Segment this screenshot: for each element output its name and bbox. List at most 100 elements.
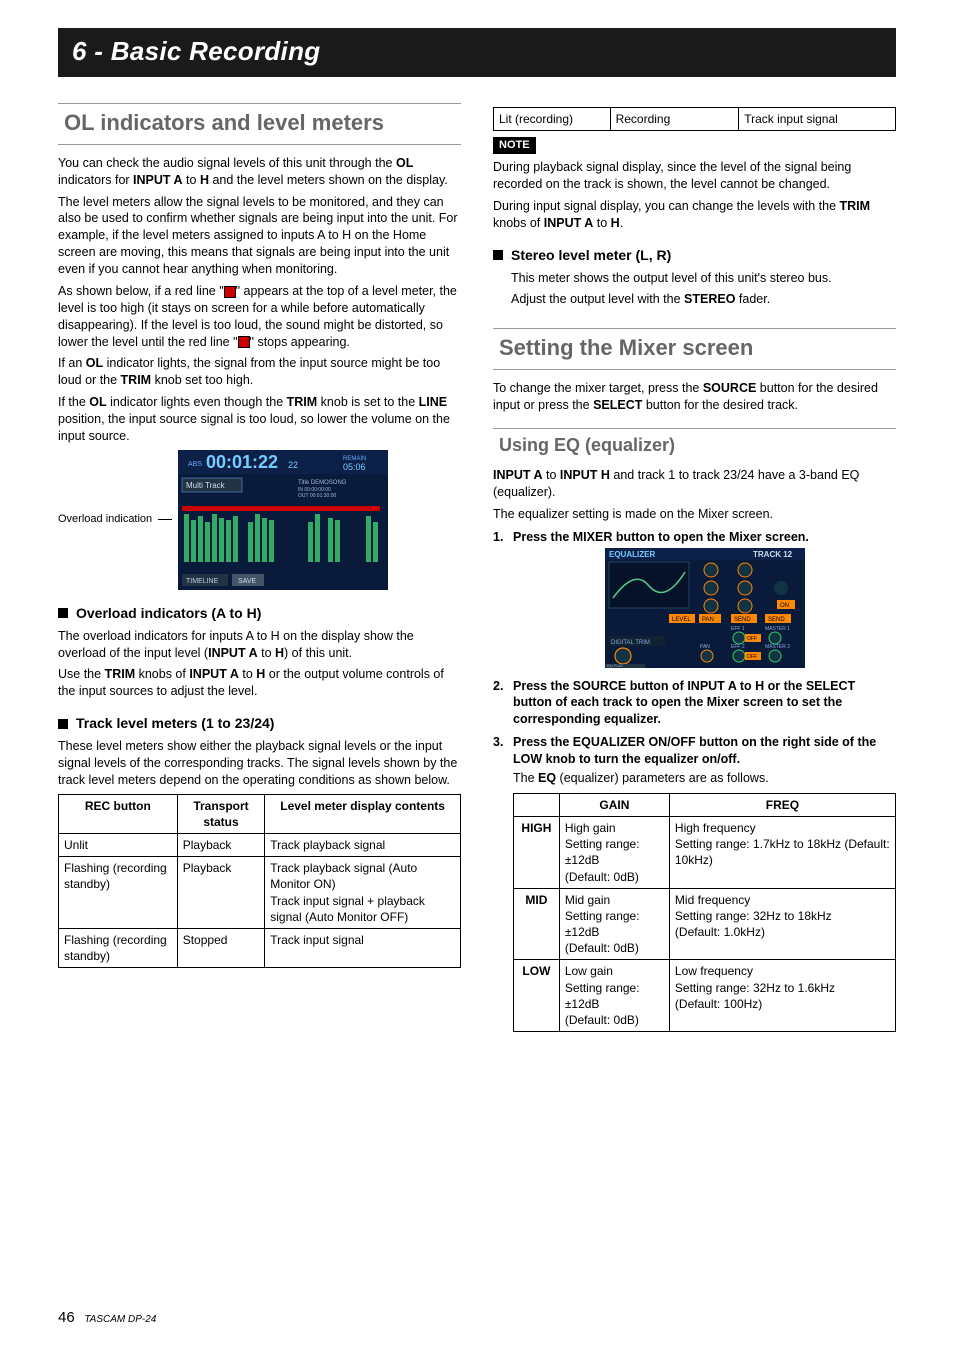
svg-text:Multi Track: Multi Track [186, 481, 226, 490]
step-text: Press the MIXER button to open the Mixer… [513, 530, 809, 544]
body-text: You can check the audio signal levels of… [58, 155, 461, 189]
td: Flashing (recording standby) [59, 857, 178, 929]
t: TRIM [840, 199, 871, 213]
td: HIGH [514, 816, 560, 888]
svg-text:PAN: PAN [700, 644, 710, 650]
t: SELECT [593, 398, 642, 412]
bullet-square-icon [58, 608, 68, 618]
chapter-header: 6 - Basic Recording [58, 28, 896, 77]
body-text: Use the TRIM knobs of INPUT A to H or th… [58, 666, 461, 700]
figure-row: Overload indication ABS 00:01:22 22 REMA… [58, 450, 461, 590]
step-item: Press the MIXER button to open the Mixer… [493, 529, 896, 668]
t: button for the desired track. [642, 398, 798, 412]
t: H [611, 216, 620, 230]
body-text: These level meters show either the playb… [58, 738, 461, 789]
t: to [258, 646, 275, 660]
steps-list: Press the MIXER button to open the Mixer… [493, 529, 896, 787]
subhead-text: Track level meters (1 to 23/24) [76, 714, 274, 733]
svg-text:SEND: SEND [734, 617, 751, 623]
t: LINE [419, 395, 447, 409]
subhead-track-meters: Track level meters (1 to 23/24) [58, 714, 461, 733]
t: knob set too high. [151, 373, 253, 387]
t: (equalizer) parameters are as follows. [556, 771, 769, 785]
td: Track input signal [265, 929, 461, 968]
svg-text:EQ FLAT: EQ FLAT [607, 663, 624, 668]
body-text: Adjust the output level with the STEREO … [511, 291, 896, 308]
page-number: 46 [58, 1309, 75, 1326]
t: MID [525, 893, 547, 907]
mixer-screen-figure: EQUALIZER TRACK 12 ON LEVEL PAN SEND SEN… [605, 548, 805, 668]
t: TRIM [287, 395, 318, 409]
t: HIGH [521, 821, 551, 835]
t: If the [58, 395, 89, 409]
t: position, the input source signal is too… [58, 412, 450, 443]
t: and the level meters shown on the displa… [209, 173, 448, 187]
svg-text:DIGITAL TRIM: DIGITAL TRIM [611, 640, 650, 646]
svg-text:SAVE: SAVE [238, 578, 256, 585]
t: to [239, 667, 256, 681]
t: knobs of [135, 667, 189, 681]
t: EQ [538, 771, 556, 785]
body-text: This meter shows the output level of thi… [511, 270, 896, 287]
td: High frequency Setting range: 1.7kHz to … [669, 816, 895, 888]
step-text: Press the EQUALIZER ON/OFF button on the… [513, 735, 876, 766]
t: OL [89, 395, 106, 409]
td: Low frequency Setting range: 32Hz to 1.6… [669, 960, 895, 1032]
t: During input signal display, you can cha… [493, 199, 840, 213]
table-row: Flashing (recording standby) Stopped Tra… [59, 929, 461, 968]
t: INPUT A [544, 216, 594, 230]
th: Transport status [177, 794, 265, 833]
t: STEREO [684, 292, 735, 306]
body-text: If the OL indicator lights even though t… [58, 394, 461, 445]
red-overload-icon [224, 286, 236, 298]
step-text: Press the SOURCE button of INPUT A to H … [513, 679, 855, 727]
svg-text:OUT 00:01:30:00: OUT 00:01:30:00 [298, 493, 336, 499]
t: H [275, 646, 284, 660]
body-text: If an OL indicator lights, the signal fr… [58, 355, 461, 389]
note-label: NOTE [493, 137, 536, 154]
step-body: The EQ (equalizer) parameters are as fol… [513, 770, 896, 787]
t: Adjust the output level with the [511, 292, 684, 306]
right-column: Lit (recording) Recording Track input si… [493, 103, 896, 1032]
table-row: GAIN FREQ [514, 793, 896, 816]
table-row: Lit (recording) Recording Track input si… [494, 108, 896, 131]
body-text: As shown below, if a red line "" appears… [58, 283, 461, 351]
body-text: The equalizer setting is made on the Mix… [493, 506, 896, 523]
th [514, 793, 560, 816]
rec-button-table: REC button Transport status Level meter … [58, 794, 461, 969]
t: to [593, 216, 610, 230]
subhead-stereo-meter: Stereo level meter (L, R) [493, 246, 896, 265]
t: to [183, 173, 200, 187]
svg-text:EQUALIZER: EQUALIZER [609, 550, 655, 559]
body-text: INPUT A to INPUT H and track 1 to track … [493, 467, 896, 501]
section-ol-indicators: OL indicators and level meters [58, 103, 461, 145]
note-text: During input signal display, you can cha… [493, 198, 896, 232]
step-item: Press the SOURCE button of INPUT A to H … [493, 678, 896, 729]
subsection-eq: Using EQ (equalizer) [493, 428, 896, 459]
t: As shown below, if a red line " [58, 284, 224, 298]
table-row: LOW Low gain Setting range: ±12dB (Defau… [514, 960, 896, 1032]
svg-text:Title DEMOSONG: Title DEMOSONG [298, 480, 347, 486]
td: Stopped [177, 929, 265, 968]
td: Lit (recording) [494, 108, 611, 131]
bullet-square-icon [493, 250, 503, 260]
th: FREQ [669, 793, 895, 816]
t: INPUT A [208, 646, 258, 660]
t: to [543, 468, 560, 482]
t: Use the [58, 667, 105, 681]
td: Low gain Setting range: ±12dB (Default: … [559, 960, 669, 1032]
t: H [256, 667, 265, 681]
t: knobs of [493, 216, 544, 230]
svg-text:EFF 2: EFF 2 [731, 644, 745, 650]
td: Playback [177, 834, 265, 857]
overload-indication-label: Overload indication [58, 512, 152, 527]
svg-text:22: 22 [288, 460, 298, 470]
rec-button-table-continued: Lit (recording) Recording Track input si… [493, 107, 896, 131]
t: If an [58, 356, 86, 370]
svg-text:LEVEL: LEVEL [672, 617, 691, 623]
eq-params-table: GAIN FREQ HIGH High gain Setting range: … [513, 793, 896, 1032]
content-columns: OL indicators and level meters You can c… [58, 103, 896, 1032]
callout-line-icon [158, 519, 172, 520]
bullet-square-icon [58, 719, 68, 729]
td: Recording [610, 108, 739, 131]
